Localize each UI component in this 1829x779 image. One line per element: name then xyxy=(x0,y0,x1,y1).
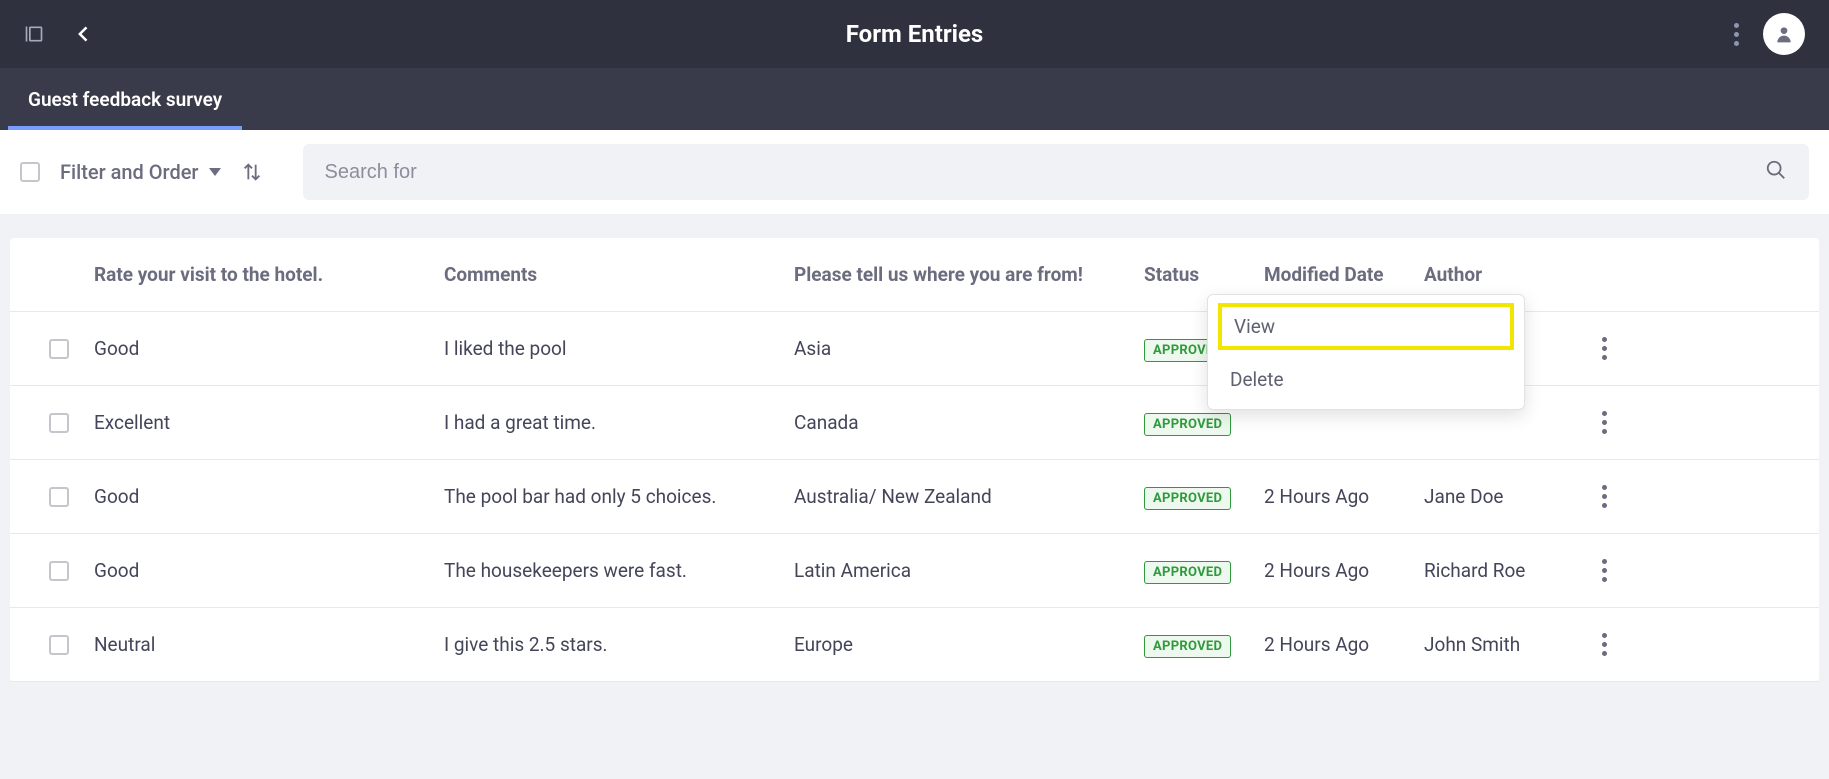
row-context-menu: View Delete xyxy=(1207,294,1525,410)
cell-location: Latin America xyxy=(794,559,1144,582)
topbar: Form Entries xyxy=(0,0,1829,68)
filter-order-label: Filter and Order xyxy=(60,160,199,184)
row-checkbox[interactable] xyxy=(24,413,94,433)
row-checkbox[interactable] xyxy=(24,561,94,581)
select-all-checkbox[interactable] xyxy=(20,162,40,182)
col-modified[interactable]: Modified Date xyxy=(1264,263,1424,286)
tab-guest-feedback[interactable]: Guest feedback survey xyxy=(8,68,242,130)
row-more-icon[interactable] xyxy=(1602,337,1607,360)
cell-comments: I had a great time. xyxy=(444,411,794,434)
col-comments[interactable]: Comments xyxy=(444,263,794,286)
row-more-icon[interactable] xyxy=(1602,633,1607,656)
cell-location: Canada xyxy=(794,411,1144,434)
toolbar: Filter and Order xyxy=(0,130,1829,214)
menu-delete[interactable]: Delete xyxy=(1208,354,1524,405)
col-rating[interactable]: Rate your visit to the hotel. xyxy=(94,263,444,286)
cell-modified: 2 Hours Ago xyxy=(1264,633,1424,656)
menu-delete-label: Delete xyxy=(1230,368,1284,391)
cell-comments: The housekeepers were fast. xyxy=(444,559,794,582)
page-title: Form Entries xyxy=(846,20,984,48)
table-header: Rate your visit to the hotel. Comments P… xyxy=(10,238,1819,312)
cell-author: Jane Doe xyxy=(1424,485,1574,508)
cell-rating: Good xyxy=(94,337,444,360)
menu-view-label: View xyxy=(1234,315,1275,338)
menu-view[interactable]: View xyxy=(1218,303,1514,350)
avatar[interactable] xyxy=(1763,13,1805,55)
search-icon xyxy=(1765,159,1787,185)
cell-rating: Excellent xyxy=(94,411,444,434)
cell-author: John Smith xyxy=(1424,633,1574,656)
status-badge: APPROVED xyxy=(1144,487,1231,510)
cell-location: Europe xyxy=(794,633,1144,656)
table-row[interactable]: Good I liked the pool Asia APPROVED xyxy=(10,312,1819,386)
table-row[interactable]: Neutral I give this 2.5 stars. Europe AP… xyxy=(10,608,1819,682)
filter-order-button[interactable]: Filter and Order xyxy=(60,160,221,184)
cell-author: Richard Roe xyxy=(1424,559,1574,582)
row-more-icon[interactable] xyxy=(1602,411,1607,434)
panel-toggle-icon[interactable] xyxy=(24,24,44,44)
cell-modified: 2 Hours Ago xyxy=(1264,485,1424,508)
row-more-icon[interactable] xyxy=(1602,485,1607,508)
cell-modified: 2 Hours Ago xyxy=(1264,559,1424,582)
row-more-icon[interactable] xyxy=(1602,559,1607,582)
row-checkbox[interactable] xyxy=(24,339,94,359)
row-checkbox[interactable] xyxy=(24,487,94,507)
status-badge: APPROVED xyxy=(1144,635,1231,658)
cell-location: Australia/ New Zealand xyxy=(794,485,1144,508)
col-location[interactable]: Please tell us where you are from! xyxy=(794,263,1144,286)
col-author[interactable]: Author xyxy=(1424,263,1574,286)
entries-table: Rate your visit to the hotel. Comments P… xyxy=(10,238,1819,682)
cell-rating: Good xyxy=(94,559,444,582)
tab-label: Guest feedback survey xyxy=(28,88,222,111)
tabbar: Guest feedback survey xyxy=(0,68,1829,130)
cell-comments: I give this 2.5 stars. xyxy=(444,633,794,656)
header-more-icon[interactable] xyxy=(1734,23,1739,46)
table-row[interactable]: Good The pool bar had only 5 choices. Au… xyxy=(10,460,1819,534)
cell-rating: Neutral xyxy=(94,633,444,656)
search-box[interactable] xyxy=(303,144,1810,200)
cell-comments: The pool bar had only 5 choices. xyxy=(444,485,794,508)
cell-comments: I liked the pool xyxy=(444,337,794,360)
back-icon[interactable] xyxy=(74,24,94,44)
col-status[interactable]: Status xyxy=(1144,263,1264,286)
cell-location: Asia xyxy=(794,337,1144,360)
status-badge: APPROVED xyxy=(1144,413,1231,436)
cell-rating: Good xyxy=(94,485,444,508)
chevron-down-icon xyxy=(209,168,221,176)
sort-icon[interactable] xyxy=(241,161,263,183)
row-checkbox[interactable] xyxy=(24,635,94,655)
status-badge: APPROVED xyxy=(1144,561,1231,584)
table-row[interactable]: Excellent I had a great time. Canada APP… xyxy=(10,386,1819,460)
search-input[interactable] xyxy=(325,161,1766,184)
table-row[interactable]: Good The housekeepers were fast. Latin A… xyxy=(10,534,1819,608)
